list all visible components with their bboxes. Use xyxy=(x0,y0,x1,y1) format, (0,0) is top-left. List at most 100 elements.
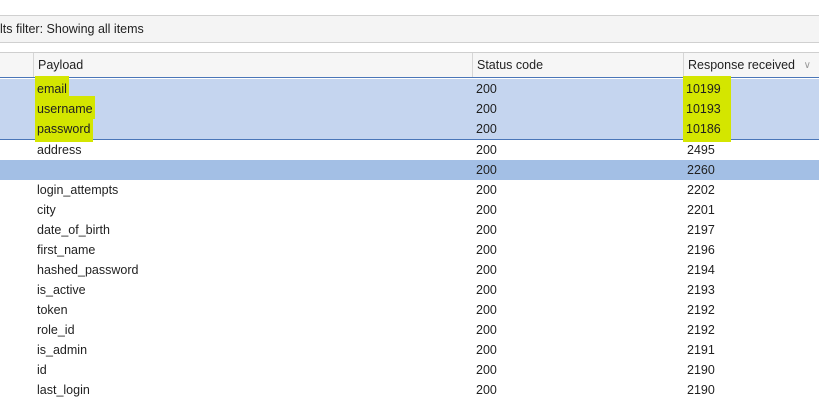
status-code-cell-text: 200 xyxy=(476,383,497,397)
response-received-cell-text: 2190 xyxy=(687,383,715,397)
status-code-cell: 200 xyxy=(476,360,676,380)
payload-cell-text: address xyxy=(37,143,82,157)
status-code-cell: 200 xyxy=(476,140,676,160)
table-row[interactable]: first_name 200 2196 xyxy=(0,240,819,260)
table-row[interactable]: date_of_birth 200 2197 xyxy=(0,220,819,240)
status-code-cell-text: 200 xyxy=(476,163,497,177)
results-filter-bar[interactable]: lts filter: Showing all items xyxy=(0,15,819,43)
results-table-header: Payload Status code Response received ∨ xyxy=(0,52,819,78)
response-received-cell-text: 2197 xyxy=(687,223,715,237)
response-received-cell: 2196 xyxy=(687,240,807,260)
payload-cell: last_login xyxy=(37,380,467,400)
response-received-cell-text: 2190 xyxy=(687,363,715,377)
response-received-cell: 2192 xyxy=(687,300,807,320)
payload-cell-text: role_id xyxy=(37,323,75,337)
column-header-response-label: Response received xyxy=(688,58,796,72)
payload-cell-text: is_active xyxy=(37,283,86,297)
status-code-cell-text: 200 xyxy=(476,283,497,297)
payload-cell: address xyxy=(37,140,467,160)
status-code-cell: 200 xyxy=(476,380,676,400)
payload-cell: hashed_password xyxy=(37,260,467,280)
response-received-cell-text: 2192 xyxy=(687,323,715,337)
response-received-cell-text: 2202 xyxy=(687,183,715,197)
response-received-cell: 2190 xyxy=(687,360,807,380)
status-code-cell-text: 200 xyxy=(476,363,497,377)
payload-cell: date_of_birth xyxy=(37,220,467,240)
payload-cell-text: is_admin xyxy=(37,343,88,357)
payload-cell-text: date_of_birth xyxy=(37,223,110,237)
payload-cell: city xyxy=(37,200,467,220)
window-top-strip xyxy=(0,0,819,8)
response-received-cell: 2190 xyxy=(687,380,807,400)
table-row[interactable]: login_attempts 200 2202 xyxy=(0,180,819,200)
response-received-cell: 2191 xyxy=(687,340,807,360)
response-received-cell-text: 2191 xyxy=(687,343,715,357)
payload-cell: password xyxy=(35,116,467,142)
table-row[interactable]: role_id 200 2192 xyxy=(0,320,819,340)
table-row[interactable]: last_login 200 2190 xyxy=(0,380,819,400)
status-code-cell: 200 xyxy=(476,280,676,300)
table-row[interactable]: address 200 2495 xyxy=(0,140,819,160)
response-received-cell: 2197 xyxy=(687,220,807,240)
status-code-cell: 200 xyxy=(476,180,676,200)
status-code-cell-text: 200 xyxy=(476,203,497,217)
status-code-cell: 200 xyxy=(476,160,676,180)
table-row[interactable]: city 200 2201 xyxy=(0,200,819,220)
status-code-cell-text: 200 xyxy=(476,223,497,237)
table-row[interactable]: is_active 200 2193 xyxy=(0,280,819,300)
payload-cell xyxy=(37,160,467,180)
table-row[interactable]: hashed_password 200 2194 xyxy=(0,260,819,280)
status-code-cell-text: 200 xyxy=(476,243,497,257)
status-code-cell-text: 200 xyxy=(476,183,497,197)
status-code-cell: 200 xyxy=(476,79,676,99)
table-row[interactable]: is_admin 200 2191 xyxy=(0,340,819,360)
response-received-cell: 2194 xyxy=(687,260,807,280)
payload-cell: login_attempts xyxy=(37,180,467,200)
status-code-cell-text: 200 xyxy=(476,343,497,357)
table-row[interactable]: id 200 2190 xyxy=(0,360,819,380)
payload-cell-text: hashed_password xyxy=(37,263,139,277)
response-received-cell-text: 2196 xyxy=(687,243,715,257)
status-code-cell-text: 200 xyxy=(476,323,497,337)
payload-cell-text: id xyxy=(37,363,47,377)
response-received-cell: 2495 xyxy=(687,140,807,160)
payload-cell-text: token xyxy=(37,303,68,317)
column-header-response-received[interactable]: Response received ∨ xyxy=(683,53,819,77)
status-code-cell: 200 xyxy=(476,320,676,340)
column-header-payload[interactable]: Payload xyxy=(33,53,474,77)
status-code-cell: 200 xyxy=(476,220,676,240)
payload-cell: is_admin xyxy=(37,340,467,360)
filter-label: lts filter: Showing all items xyxy=(0,22,144,36)
payload-cell: token xyxy=(37,300,467,320)
status-code-cell: 200 xyxy=(476,200,676,220)
payload-cell-text: last_login xyxy=(37,383,90,397)
status-code-cell: 200 xyxy=(476,99,676,119)
payload-cell-text: login_attempts xyxy=(37,183,119,197)
column-header-status-label: Status code xyxy=(477,58,544,72)
table-row[interactable]: password 200 10186 xyxy=(0,116,819,142)
response-received-cell-text: 2193 xyxy=(687,283,715,297)
payload-cell-text: city xyxy=(37,203,56,217)
status-code-cell: 200 xyxy=(476,340,676,360)
results-table-body: email 200 10199 username 200 10193 password 200… xyxy=(0,76,819,400)
column-header-payload-label: Payload xyxy=(38,58,84,72)
payload-cell: first_name xyxy=(37,240,467,260)
status-code-cell: 200 xyxy=(476,240,676,260)
table-row[interactable]: token 200 2192 xyxy=(0,300,819,320)
status-code-cell-text: 200 xyxy=(476,102,497,116)
status-code-cell: 200 xyxy=(476,300,676,320)
status-code-cell: 200 xyxy=(476,260,676,280)
table-row[interactable]: 200 2260 xyxy=(0,160,819,180)
response-received-cell: 2202 xyxy=(687,180,807,200)
response-received-cell: 2193 xyxy=(687,280,807,300)
chevron-down-icon[interactable]: ∨ xyxy=(804,53,811,78)
response-received-cell-text: 2260 xyxy=(687,163,715,177)
response-received-cell-text: 2495 xyxy=(687,143,715,157)
response-received-cell-text: 2194 xyxy=(687,263,715,277)
column-header-status-code[interactable]: Status code xyxy=(472,53,683,77)
response-received-cell: 2260 xyxy=(687,160,807,180)
status-code-cell-text: 200 xyxy=(476,82,497,96)
status-code-cell-text: 200 xyxy=(476,263,497,277)
status-code-cell-text: 200 xyxy=(476,122,497,136)
payload-cell-text: first_name xyxy=(37,243,96,257)
